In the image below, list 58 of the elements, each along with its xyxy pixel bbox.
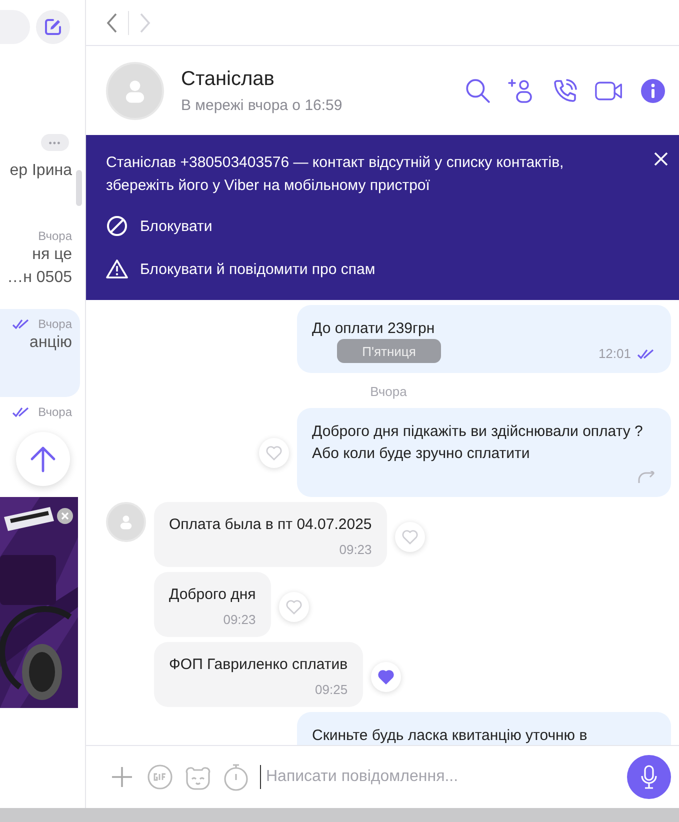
add-contact-icon: [507, 76, 535, 104]
message-time: 09:23: [339, 542, 372, 557]
chat-preview: ер Ірина: [8, 161, 72, 181]
message-time: 09:23: [223, 612, 256, 627]
message-time: 12:01: [598, 346, 631, 361]
warning-icon: [106, 259, 128, 279]
chat-time: Вчора: [38, 405, 72, 419]
timer-button[interactable]: [222, 763, 250, 791]
arrow-up-icon: [30, 445, 56, 473]
chat-preview: ня це: [31, 245, 72, 265]
banner-text: Станіслав +380503403576 — контакт відсутній у списку контактів, збережіть його у Viber на мобільному пристрої: [106, 153, 565, 196]
chevron-right-icon: [139, 12, 151, 32]
search-button[interactable]: [463, 76, 491, 104]
message-text: До оплати 239грн: [312, 319, 436, 339]
compose-icon: [44, 18, 62, 36]
message-time: 09:25: [315, 682, 348, 697]
gif-button[interactable]: [146, 763, 174, 791]
search-icon: [464, 77, 490, 104]
microphone-icon: [641, 765, 657, 789]
phone-call-icon: [552, 78, 578, 104]
info-button[interactable]: [639, 76, 667, 104]
block-icon: [106, 215, 128, 237]
close-button[interactable]: [653, 151, 669, 167]
info-icon: [640, 78, 666, 104]
contact-status: В мережі вчора о 16:59: [181, 96, 344, 114]
chat-list-item[interactable]: Вчора ня це н 0505…: [0, 221, 80, 309]
scrollbar-thumb[interactable]: [76, 170, 82, 206]
call-button[interactable]: [551, 76, 579, 104]
video-call-icon: [595, 80, 623, 102]
chevron-left-icon: [106, 12, 118, 32]
close-icon: [653, 151, 669, 167]
block-button[interactable]: Блокувати: [106, 215, 212, 237]
close-icon: [61, 512, 69, 520]
message-text: Скиньте будь ласка квитанцію уточню в: [312, 726, 588, 745]
chat-preview: анцію: [28, 333, 72, 353]
date-separator: Вчора: [370, 384, 407, 399]
add-contact-button[interactable]: [507, 76, 535, 104]
person-icon: [118, 514, 134, 530]
chat-time: Вчора: [38, 229, 72, 243]
bear-face-icon: [184, 764, 212, 790]
message-text: Доброго дня: [169, 585, 256, 605]
stopwatch-icon: [223, 763, 249, 791]
message-text: Оплата была в пт 04.07.2025: [169, 515, 372, 535]
floating-date: П'ятниця: [337, 339, 441, 363]
report-spam-button[interactable]: Блокувати й повідомити про спам: [106, 259, 376, 279]
contact-name: Станіслав: [181, 68, 276, 90]
message-text: Доброго дня підкажіть ви здійснювали оплату ?Або коли буде зручно сплатити: [312, 422, 644, 464]
chat-preview: н 0505…: [6, 268, 72, 288]
gif-icon: [147, 764, 173, 790]
chat-time: Вчора: [38, 317, 72, 331]
scroll-up-button[interactable]: [16, 432, 70, 486]
message-text: ФОП Гавриленко сплатив: [169, 655, 348, 675]
voice-message-button[interactable]: [627, 755, 671, 799]
compose-button[interactable]: [36, 10, 70, 44]
chat-list-item[interactable]: Вчора анцію: [0, 309, 80, 397]
plus-icon: [111, 766, 133, 788]
like-button[interactable]: [370, 662, 401, 692]
chat-list-item[interactable]: ер Ірина: [0, 151, 80, 221]
